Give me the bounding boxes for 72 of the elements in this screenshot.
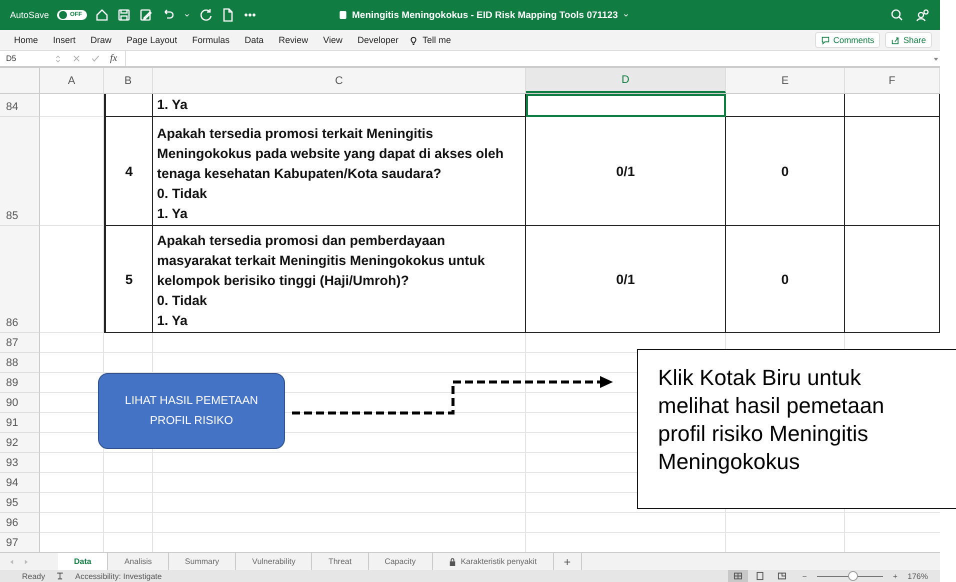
window-title: Meningitis Meningokokus - EID Risk Mapping Tools 071123 — [352, 10, 618, 20]
menu-item[interactable]: Page Layout — [120, 35, 186, 45]
row-header[interactable]: 91 — [0, 413, 40, 433]
document-icon[interactable] — [338, 10, 348, 20]
zoom-out-button[interactable]: − — [802, 572, 807, 580]
row-header[interactable]: 87 — [0, 333, 40, 353]
table-cell: 0/1 — [526, 226, 726, 333]
column-header[interactable]: E — [726, 68, 845, 93]
row-header[interactable]: 88 — [0, 353, 40, 373]
status-text: Ready — [22, 572, 46, 580]
people-icon[interactable] — [916, 8, 930, 22]
zoom-percent: 176% — [908, 572, 929, 580]
row-header[interactable]: 89 — [0, 373, 40, 393]
redo-icon[interactable] — [199, 8, 214, 22]
sheet-tab[interactable]: Data — [58, 553, 108, 570]
column-header[interactable]: A — [40, 68, 104, 93]
row-header[interactable]: 94 — [0, 473, 40, 493]
check-icon[interactable] — [91, 54, 100, 63]
callout-text: Klik Kotak Biru untuk melihat hasil pemetaan profil risiko Meningitis Meningokokus — [637, 349, 956, 509]
page-icon[interactable] — [755, 571, 766, 581]
menu-item[interactable]: Developer — [352, 35, 408, 45]
column-header[interactable]: F — [845, 68, 940, 93]
row-header[interactable]: 86 — [0, 226, 40, 333]
menu-item[interactable]: Insert — [47, 35, 85, 45]
question-text: Apakah tersedia promosi dan pemberdayaan masyarakat terkait Meningitis Meningokokus untuk kelompok berisiko tinggi (Haji/Umroh)? — [157, 232, 486, 290]
tell-me-field[interactable]: Tell me — [422, 35, 452, 45]
option-text: 1. Ya — [157, 205, 189, 223]
cell-reference[interactable]: D5 — [0, 54, 46, 63]
grid-icon[interactable] — [733, 571, 744, 581]
option-text: 1. Ya — [157, 96, 189, 114]
menu-item[interactable]: Review — [272, 35, 318, 45]
row-header[interactable]: 95 — [0, 493, 40, 513]
lock-icon — [448, 558, 456, 566]
page-break-icon[interactable] — [777, 571, 788, 581]
table-cell: 5 — [104, 226, 153, 333]
zoom-in-button[interactable]: + — [892, 572, 898, 580]
lightbulb-icon[interactable] — [408, 34, 419, 46]
zoom-thumb[interactable] — [848, 571, 858, 581]
column-header[interactable]: D — [526, 68, 726, 93]
row-header[interactable]: 93 — [0, 453, 40, 473]
row-header[interactable]: 96 — [0, 513, 40, 533]
row-header[interactable]: 92 — [0, 433, 40, 453]
new-file-icon[interactable] — [221, 8, 236, 22]
share-button[interactable]: Share — [885, 32, 932, 48]
menu-item[interactable]: Home — [8, 35, 48, 45]
normal-view-button[interactable] — [728, 570, 748, 582]
shape-button[interactable]: LIHAT HASIL PEMETAAN PROFIL RISIKO — [98, 373, 285, 449]
function-button[interactable]: fx — [110, 53, 118, 64]
speech-bubble-icon — [821, 36, 830, 44]
question-text: Apakah tersedia promosi terkait Meningitis Meningokokus pada website yang dapat di akses oleh tenaga kesehatan Kabupaten/Kota saudara? — [157, 125, 505, 183]
comments-button[interactable]: Comments — [815, 32, 880, 48]
row-header[interactable]: 90 — [0, 393, 40, 413]
table-cell: 0 — [726, 226, 845, 333]
save-icon[interactable] — [117, 8, 132, 22]
search-icon[interactable] — [890, 8, 904, 22]
option-text: 1. Ya — [157, 312, 189, 330]
option-text: 0. Tidak — [157, 185, 208, 203]
row-header[interactable]: 97 — [0, 533, 40, 552]
menu-item[interactable]: Data — [238, 35, 273, 45]
save-edit-icon[interactable] — [139, 8, 154, 22]
option-text: 0. Tidak — [157, 292, 208, 310]
share-icon — [891, 36, 900, 44]
empty-cell[interactable] — [845, 226, 940, 333]
column-header[interactable]: B — [104, 68, 153, 93]
menu-item[interactable]: Draw — [84, 35, 121, 45]
row-header[interactable]: 85 — [0, 117, 40, 226]
menu-item[interactable]: View — [317, 35, 352, 45]
autosave-label: AutoSave — [10, 10, 50, 20]
home-icon[interactable] — [95, 8, 110, 22]
accessibility-status[interactable]: Accessibility: Investigate — [75, 572, 162, 580]
row-header[interactable]: 84 — [0, 94, 40, 117]
menu-item[interactable]: Formulas — [186, 35, 239, 45]
